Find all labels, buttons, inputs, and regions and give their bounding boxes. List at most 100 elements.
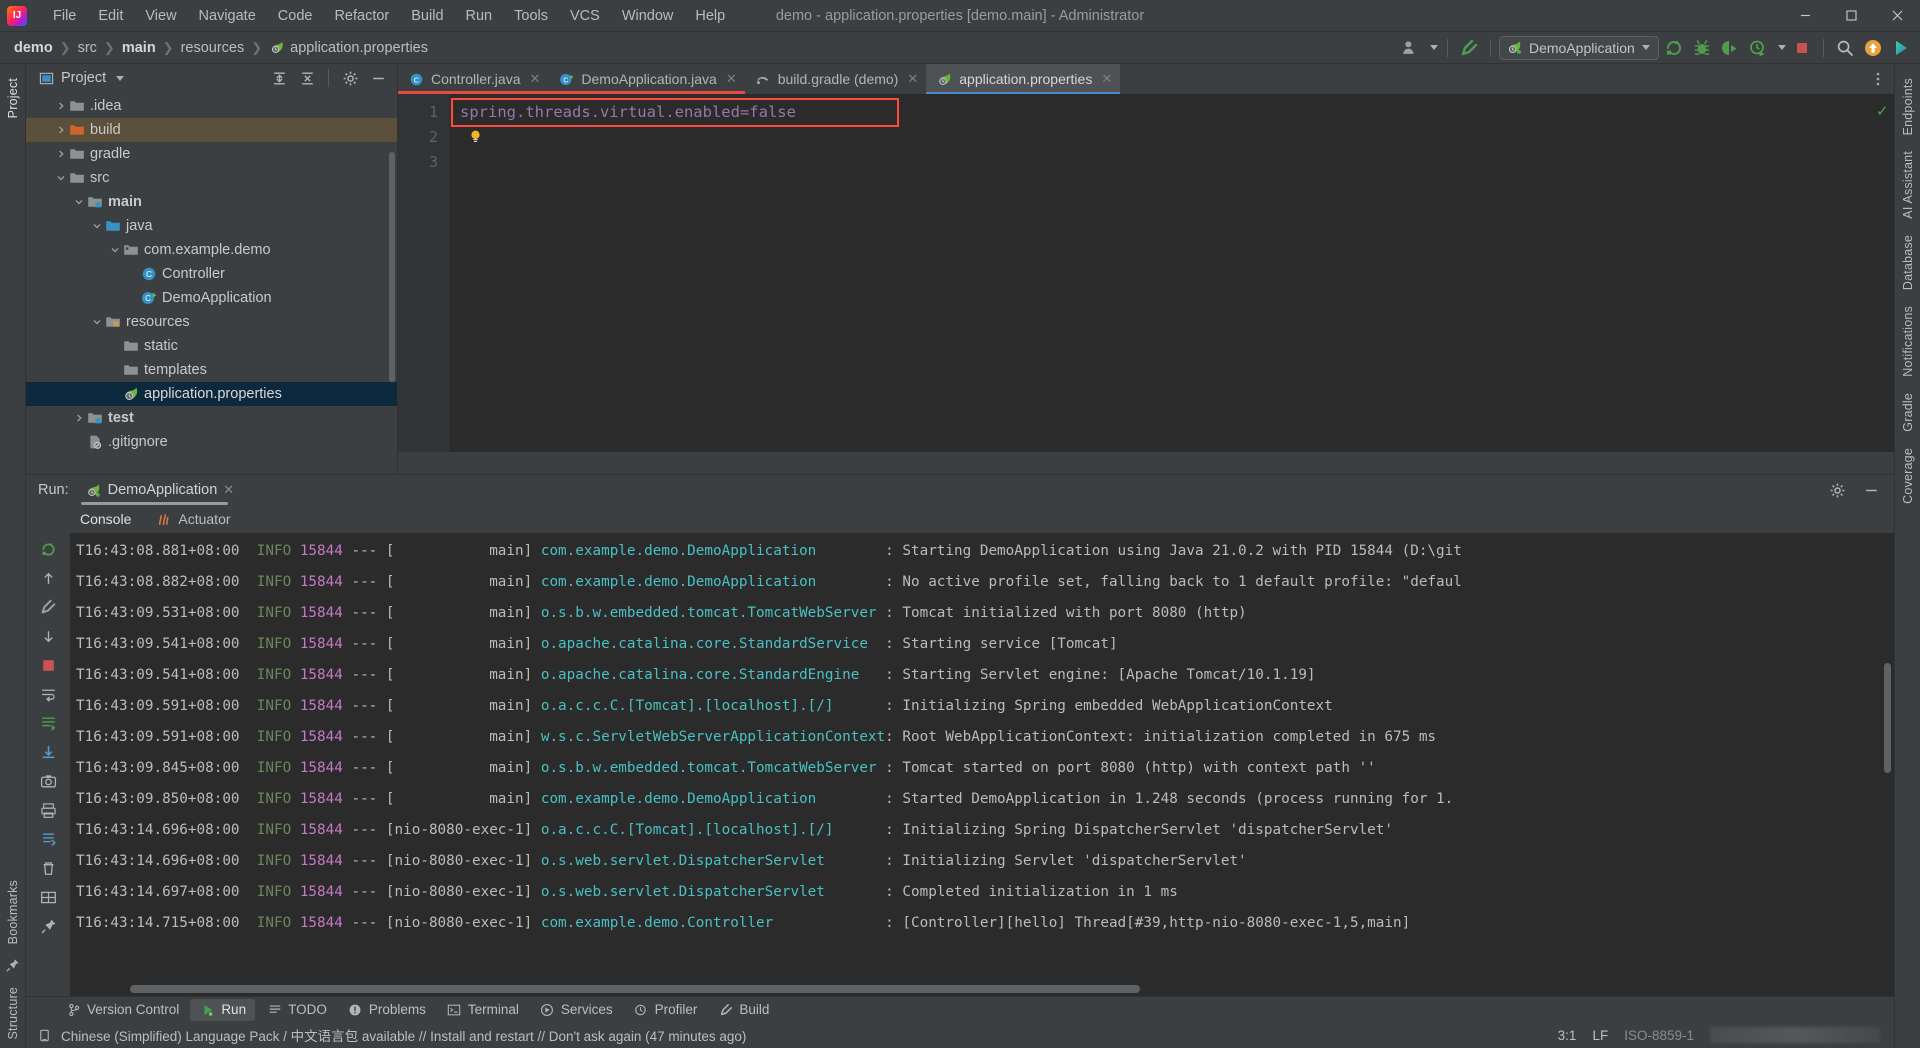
settings-gear-icon[interactable] [1824,478,1850,502]
export-icon[interactable] [35,740,61,764]
menu-build[interactable]: Build [400,4,454,28]
breadcrumb-src[interactable]: src [74,38,101,58]
tree-item-application-properties[interactable]: application.properties [26,382,397,406]
build-hammer-icon[interactable] [35,595,61,619]
tree-item-main[interactable]: main [26,190,397,214]
account-icon[interactable] [1397,36,1423,60]
console-hscroll-track[interactable] [70,982,1894,996]
caret-position[interactable]: 3:1 [1558,1028,1577,1043]
close-icon[interactable]: ✕ [726,71,737,87]
console-log-line[interactable]: T16:43:14.696+08:00 INFO 15844 --- [nio-… [70,846,1894,877]
tool-strip-endpoints[interactable]: Endpoints [1901,70,1915,143]
breadcrumb-main[interactable]: main [118,38,160,58]
rerun-icon[interactable] [1661,36,1687,60]
tool-strip-gradle[interactable]: Gradle [1901,385,1915,440]
bottom-bar-run[interactable]: Run [190,998,256,1021]
console-log-line[interactable]: T16:43:09.591+08:00 INFO 15844 --- [ mai… [70,722,1894,753]
code-line-1[interactable]: spring.threads.virtual.enabled=false [450,100,1872,125]
tool-strip-project[interactable]: Project [6,70,20,126]
console-log-line[interactable]: T16:43:09.531+08:00 INFO 15844 --- [ mai… [70,598,1894,629]
project-tree[interactable]: .idea build gradle src main java com.example.d… [26,92,397,474]
tool-strip-notifications[interactable]: Notifications [1901,298,1915,385]
profiler-icon[interactable] [1745,36,1771,60]
stop-icon[interactable] [35,653,61,677]
project-tree-scrollbar[interactable] [389,152,395,382]
settings-gear-icon[interactable] [337,66,363,90]
bottom-bar-services[interactable]: Services [530,999,622,1021]
layout-icon[interactable] [35,885,61,909]
tree-item-resources[interactable]: resources [26,310,397,334]
bottom-bar-build[interactable]: Build [708,999,778,1021]
status-message[interactable]: Chinese (Simplified) Language Pack / 中文语… [61,1025,746,1045]
intention-bulb-icon[interactable] [468,129,483,144]
tab-actuator[interactable]: Actuator [145,508,240,530]
menu-help[interactable]: Help [684,4,736,28]
tree-item-test[interactable]: test [26,406,397,430]
menu-window[interactable]: Window [611,4,685,28]
chevron-right-icon[interactable] [54,125,68,135]
scroll-to-end-icon[interactable] [35,827,61,851]
soft-wrap-icon[interactable] [35,682,61,706]
chevron-down-icon[interactable] [90,221,104,231]
trash-icon[interactable] [35,856,61,880]
chevron-down-icon[interactable] [108,245,122,255]
chevron-down-icon[interactable] [90,317,104,327]
close-icon[interactable]: ✕ [223,482,234,498]
camera-icon[interactable] [35,769,61,793]
code-line-3[interactable] [450,150,1872,175]
tab-application-properties[interactable]: application.properties ✕ [926,64,1121,94]
tool-strip-bookmarks[interactable]: Bookmarks [6,872,20,952]
bottom-bar-todo[interactable]: TODO [257,999,336,1021]
close-icon[interactable]: ✕ [530,71,541,87]
menu-edit[interactable]: Edit [87,4,134,28]
chevron-down-icon[interactable] [116,75,125,81]
rerun-icon[interactable] [35,537,61,561]
console-log-line[interactable]: T16:43:14.715+08:00 INFO 15844 --- [nio-… [70,908,1894,939]
tool-strip-coverage[interactable]: Coverage [1901,440,1915,512]
pin-icon[interactable] [5,952,20,979]
breadcrumb-application-properties[interactable]: application.properties [286,38,432,58]
bottom-bar-profiler[interactable]: Profiler [624,999,707,1021]
menu-navigate[interactable]: Navigate [188,4,267,28]
chevron-right-icon[interactable] [54,149,68,159]
file-encoding[interactable]: ISO-8859-1 [1624,1028,1694,1043]
close-icon[interactable]: ✕ [1101,71,1112,87]
console-horizontal-scrollbar[interactable] [130,985,1140,993]
console-log-line[interactable]: T16:43:09.591+08:00 INFO 15844 --- [ mai… [70,691,1894,722]
bottom-bar-terminal[interactable]: Terminal [437,999,528,1021]
run-configuration-selector[interactable]: DemoApplication [1499,35,1659,60]
breadcrumb-demo[interactable]: demo [10,38,57,58]
console-log-line[interactable]: T16:43:09.541+08:00 INFO 15844 --- [ mai… [70,629,1894,660]
thread-dump-icon[interactable] [35,711,61,735]
menu-tools[interactable]: Tools [503,4,559,28]
menu-file[interactable]: File [42,4,87,28]
chevron-down-icon[interactable] [72,197,86,207]
console-log-line[interactable]: T16:43:14.697+08:00 INFO 15844 --- [nio-… [70,877,1894,908]
collapse-all-icon[interactable] [294,66,320,90]
breadcrumb-resources[interactable]: resources [177,38,249,58]
tree-item-src[interactable]: src [26,166,397,190]
editor-tabs-more[interactable] [1870,64,1894,94]
tab-demoapplication-java[interactable]: C DemoApplication.java ✕ [548,64,746,94]
search-everywhere-icon[interactable] [1832,36,1858,60]
console-log-line[interactable]: T16:43:09.850+08:00 INFO 15844 --- [ mai… [70,784,1894,815]
hide-panel-icon[interactable] [365,66,391,90]
console-output[interactable]: T16:43:08.881+08:00 INFO 15844 --- [ mai… [70,533,1894,982]
tree-item-demoapplication[interactable]: C DemoApplication [26,286,397,310]
console-log-line[interactable]: T16:43:08.881+08:00 INFO 15844 --- [ mai… [70,536,1894,567]
tree-item-java[interactable]: java [26,214,397,238]
tab-console[interactable]: Console [70,508,141,535]
tree-item-controller[interactable]: C Controller [26,262,397,286]
scroll-down-icon[interactable] [35,624,61,648]
tab-controller-java[interactable]: C Controller.java ✕ [398,64,549,94]
tree-item-templates[interactable]: templates [26,358,397,382]
code-line-2[interactable] [450,125,1872,150]
bottom-bar-version-control[interactable]: Version Control [56,999,188,1021]
tool-strip-ai-assistant[interactable]: AI Assistant [1901,143,1915,227]
run-with-coverage-icon[interactable] [1717,36,1743,60]
close-icon[interactable]: ✕ [907,71,918,87]
console-log-line[interactable]: T16:43:09.845+08:00 INFO 15844 --- [ mai… [70,753,1894,784]
menu-vcs[interactable]: VCS [559,4,611,28]
scroll-up-icon[interactable] [35,566,61,590]
tree-item-gitignore[interactable]: .gitignore [26,430,397,454]
